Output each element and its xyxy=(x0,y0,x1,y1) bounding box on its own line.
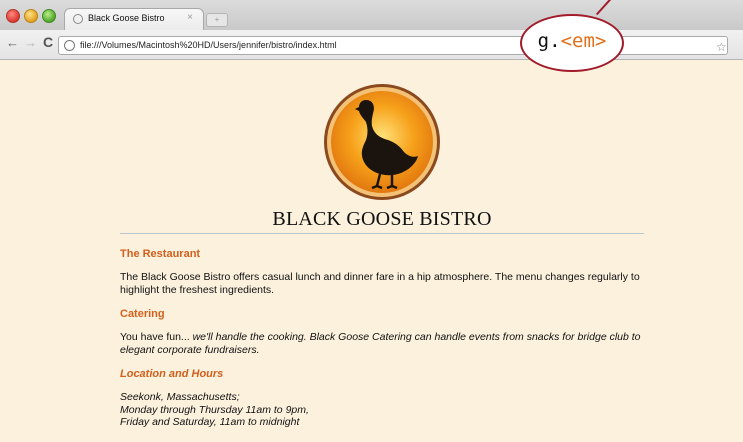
browser-tab[interactable]: Black Goose Bistro × xyxy=(64,8,204,30)
address-block: Seekonk, Massachusetts; Monday through T… xyxy=(120,391,650,429)
browser-toolbar: ← → C file:///Volumes/Macintosh%20HD/Use… xyxy=(0,30,743,60)
callout-bubble: g.<em> xyxy=(520,14,624,72)
new-tab-button[interactable]: + xyxy=(206,13,228,27)
window-minimize-button[interactable] xyxy=(24,9,38,23)
hours-line: Monday through Thursday 11am to 9pm, xyxy=(120,403,309,416)
heading-restaurant: The Restaurant xyxy=(120,248,201,260)
address-bar[interactable]: file:///Volumes/Macintosh%20HD/Users/jen… xyxy=(58,36,728,55)
tab-close-button[interactable]: × xyxy=(187,12,193,23)
reload-button[interactable]: C xyxy=(43,35,53,49)
page-icon xyxy=(64,40,75,51)
paragraph-restaurant: The Black Goose Bistro offers casual lun… xyxy=(120,271,640,296)
heading-location: Location and Hours xyxy=(120,368,224,380)
paragraph-catering: You have fun... we'll handle the cooking… xyxy=(120,331,650,356)
page-title: BLACK GOOSE BISTRO xyxy=(272,208,492,230)
tab-title: Black Goose Bistro xyxy=(88,13,165,23)
title-divider xyxy=(120,233,644,234)
globe-icon xyxy=(73,14,83,24)
window-zoom-button[interactable] xyxy=(42,9,56,23)
back-button[interactable]: ← xyxy=(6,36,19,50)
address-line: Seekonk, Massachusetts; xyxy=(120,391,240,403)
browser-titlebar: Black Goose Bistro × + xyxy=(0,0,743,30)
catering-emphasis: we'll handle the cooking. Black Goose Ca… xyxy=(120,331,641,356)
heading-catering: Catering xyxy=(120,308,165,320)
forward-button[interactable]: → xyxy=(24,36,37,50)
hours-line: Friday and Saturday, 11am to midnight xyxy=(120,416,300,428)
url-text[interactable]: file:///Volumes/Macintosh%20HD/Users/jen… xyxy=(80,40,337,50)
goose-logo xyxy=(324,84,440,200)
callout-tag: <em> xyxy=(560,30,607,52)
callout-text: g.<em> xyxy=(522,30,622,52)
window-close-button[interactable] xyxy=(6,9,20,23)
bookmark-star-icon[interactable]: ☆ xyxy=(716,40,727,54)
catering-lead: You have fun... xyxy=(120,331,193,343)
callout-prefix: g. xyxy=(537,30,561,52)
